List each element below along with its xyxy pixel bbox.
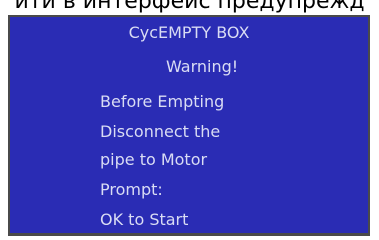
dialog-title: CycEMPTY BOX [128, 23, 250, 42]
instruction-line-1: Before Empting [100, 92, 225, 111]
prompt-label: Prompt: [100, 180, 163, 199]
instruction-line-3: pipe to Motor [100, 150, 208, 169]
ok-to-start-prompt[interactable]: OK to Start [100, 210, 188, 230]
warning-dialog-screen: CycEMPTY BOX Warning! Before Empting Dis… [8, 15, 370, 236]
page: ити в интерфейс предупрежд CycEMPTY BOX … [0, 0, 379, 240]
top-caption-text: ити в интерфейс предупрежд [14, 0, 365, 14]
warning-heading: Warning! [166, 57, 239, 76]
instruction-line-2: Disconnect the [100, 122, 221, 141]
